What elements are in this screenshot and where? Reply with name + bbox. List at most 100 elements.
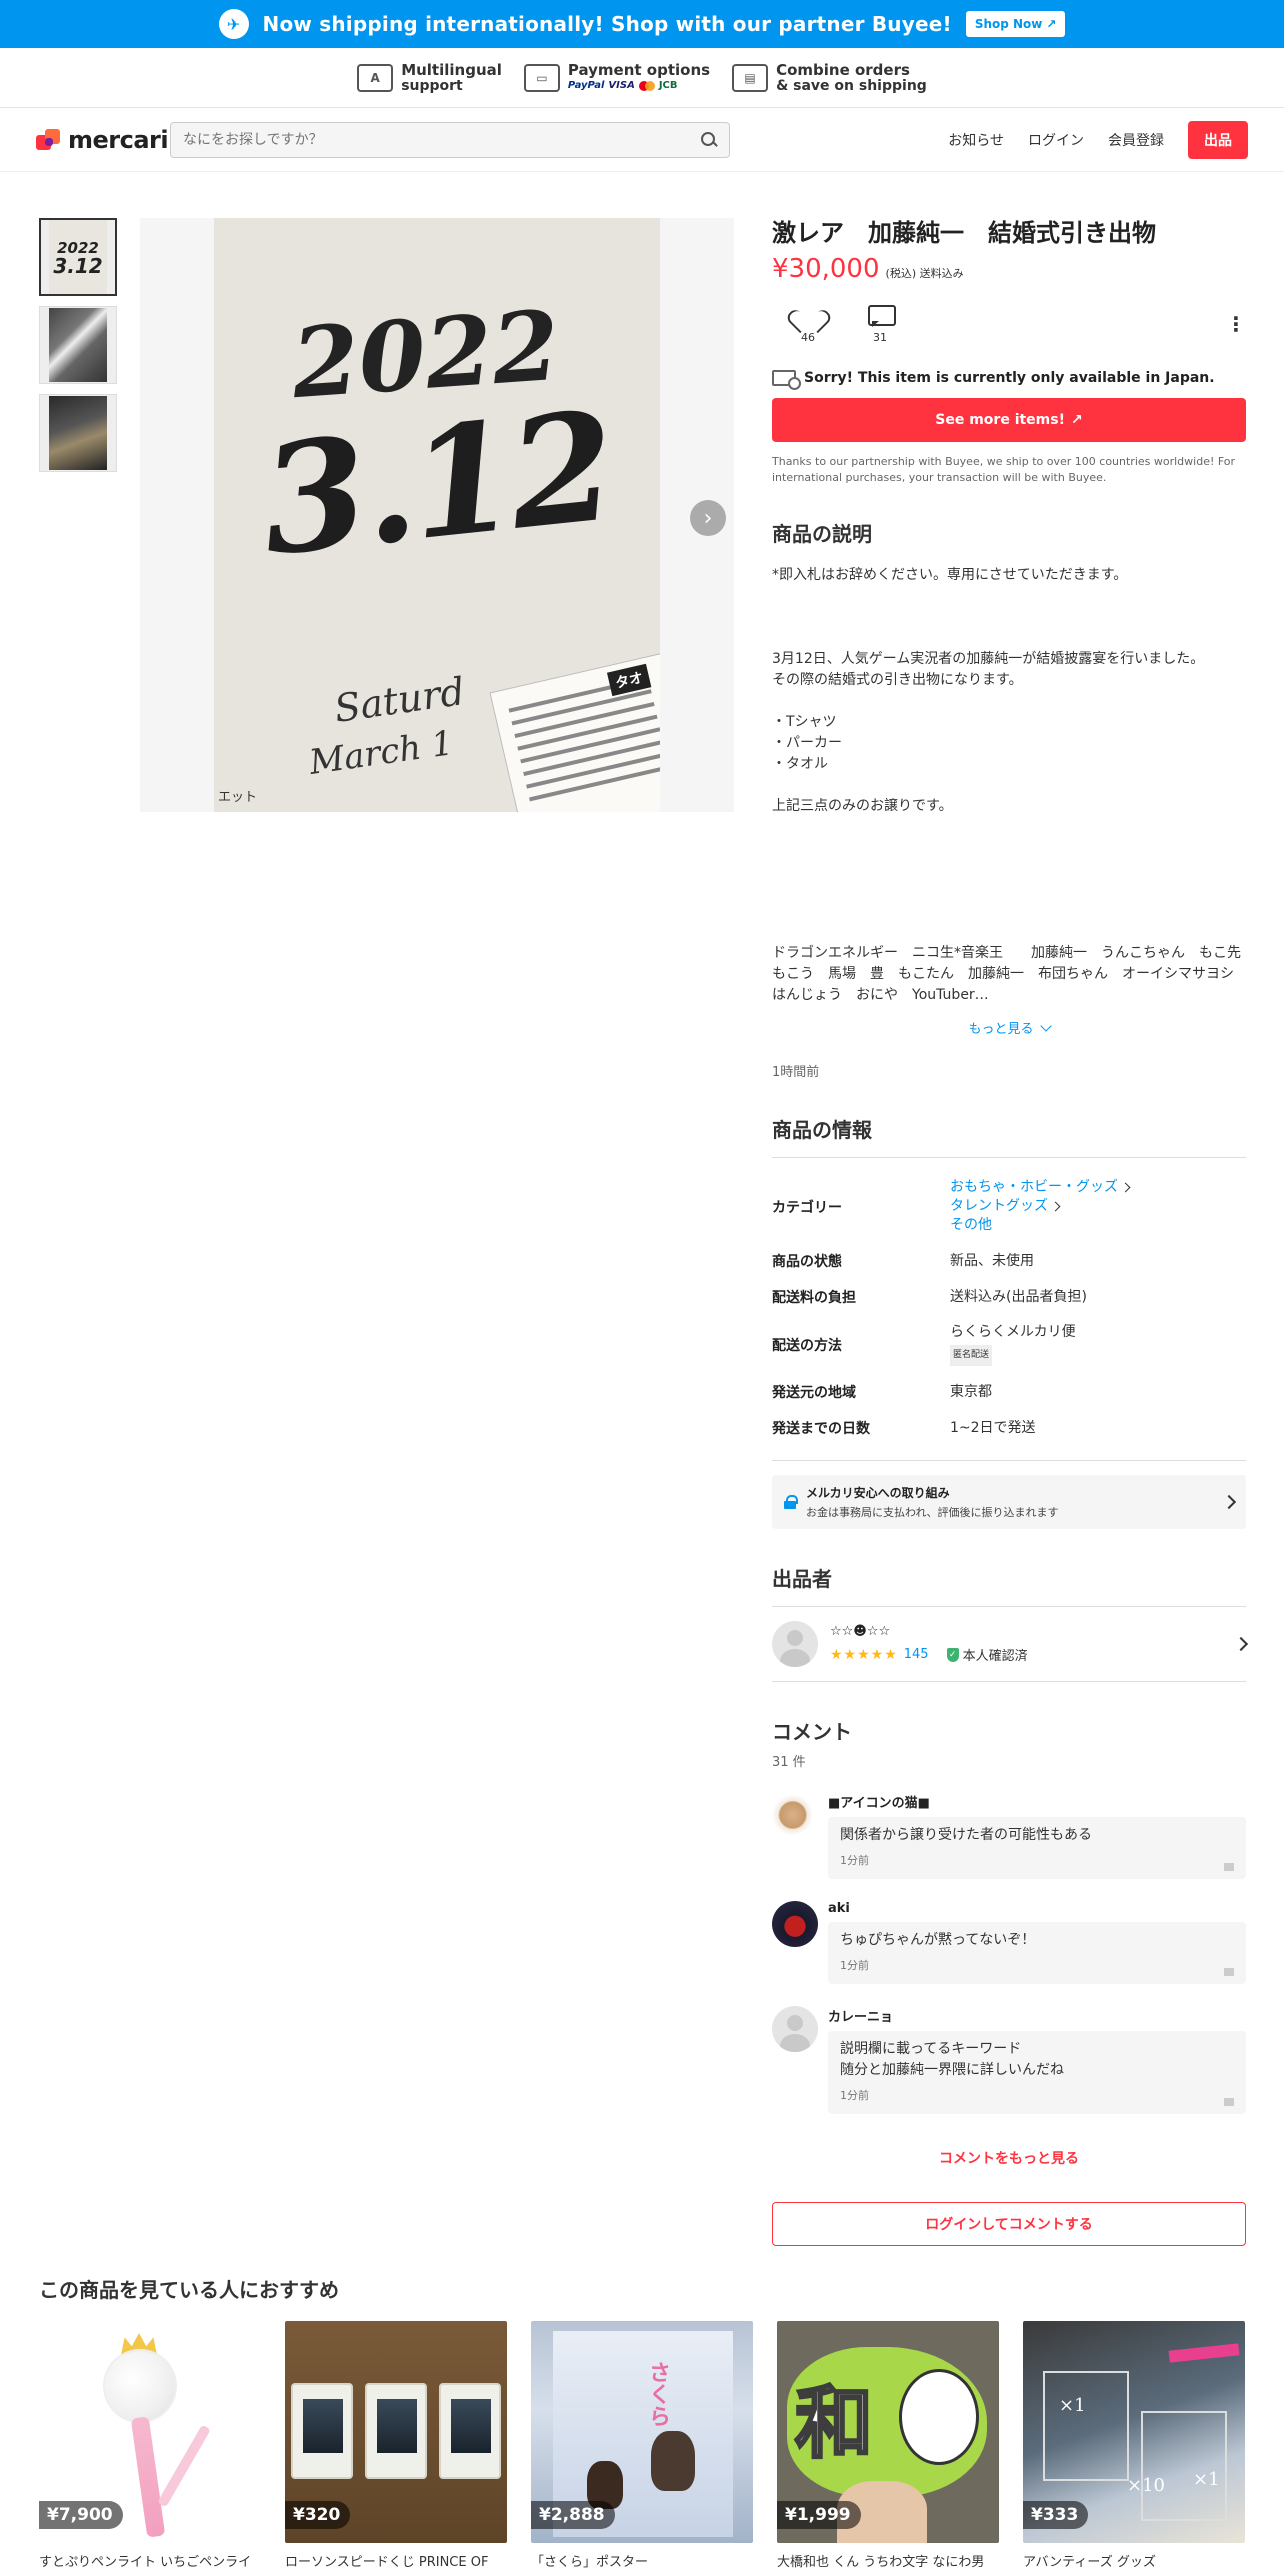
info-row-shipping-fee: 配送料の負担 送料込み(出品者負担) [772, 1288, 1087, 1307]
avatar[interactable] [772, 1901, 818, 1947]
safety-banner[interactable]: メルカリ安心への取り組み お金は事務局に支払われ、評価後に振り込まれます [772, 1475, 1246, 1529]
box-icon: ▤ [732, 63, 769, 92]
product-image: ¥320 [285, 2321, 507, 2543]
seller-name: ☆☆☻☆☆ [830, 1624, 891, 1639]
chevron-right-icon [1120, 1182, 1131, 1193]
item-price: ¥30,000 (税込) 送料込み [772, 254, 964, 284]
search-input[interactable] [183, 131, 701, 148]
comments-heading: コメント [772, 1720, 852, 1744]
product-card[interactable]: ×1 ×10 ×1 ¥333 アバンティーズ グッズ [1023, 2321, 1245, 2570]
recommendations: この商品を見ている人におすすめ ¥7,900 すとぷりペンライト いちごペンライ… [39, 2274, 1245, 2570]
price-tag: ¥1,999 [777, 2501, 861, 2529]
card-icon: ▭ [523, 63, 560, 92]
airplane-icon: ✈ [218, 9, 249, 39]
search-icon[interactable] [701, 131, 717, 148]
comment-button[interactable]: 31 [844, 304, 916, 344]
comments-count: 31 件 [772, 1755, 806, 1770]
nav-notifications[interactable]: お知らせ [948, 130, 1004, 150]
description-heading: 商品の説明 [772, 522, 872, 546]
comment-count: 31 [873, 331, 887, 344]
more-options-icon[interactable]: ⋮ [1226, 314, 1246, 334]
product-image: 和 ¥1,999 [777, 2321, 999, 2543]
chevron-right-icon [1050, 1201, 1061, 1212]
translate-icon: A [357, 63, 394, 92]
availability-notice: Sorry! This item is currently only avail… [772, 370, 1246, 390]
next-image-button[interactable]: › [690, 500, 726, 536]
payment-marks: PayPal VISA JCB [568, 78, 710, 94]
paypal-logo: PayPal [567, 79, 605, 91]
chevron-down-icon [1039, 1020, 1052, 1032]
external-link-icon: ↗ [1046, 17, 1057, 31]
price-tag: ¥2,888 [531, 2501, 615, 2529]
info-row-days: 発送までの日数 1~2日で発送 [772, 1419, 1036, 1438]
product-card[interactable]: 和 ¥1,999 大橋和也 くん うちわ文字 なにわ男 [777, 2321, 999, 2570]
comment-bubble: ちゅぴちゃんが黙ってないぞ！ 1分前 [828, 1922, 1246, 1984]
more-comments-link[interactable]: コメントをもっと見る [772, 2148, 1246, 2168]
info-row-category: カテゴリー おもちゃ・ホビー・グッズ タレントグッズ その他 [772, 1170, 1246, 1243]
chevron-right-icon [1221, 1494, 1237, 1510]
price-tag: ¥333 [1023, 2501, 1089, 2529]
product-card[interactable]: さくら ¥2,888 「さくら」ポスター [531, 2321, 753, 2570]
shipping-block-icon [772, 370, 801, 390]
feature-combine: ▤ Combine orders & save on shipping [732, 62, 927, 94]
rating-stars: ★★★★★ [830, 1646, 898, 1663]
item-title: 激レア 加藤純一 結婚式引き出物 [772, 219, 1156, 247]
thumbnail-3[interactable] [39, 394, 117, 472]
image-viewer: 2022 3.12 Saturd March 1 タオ エット › [140, 218, 734, 812]
chevron-right-icon [1233, 1636, 1249, 1652]
thumbnail-1-image: 2022 3.12 [49, 220, 107, 294]
visa-logo: VISA [608, 79, 635, 91]
login-to-comment-button[interactable]: ログインしてコメントする [772, 2202, 1246, 2246]
thumbnail-2[interactable] [39, 306, 117, 384]
product-card[interactable]: ¥7,900 すとぷりペンライト いちごペンライ [39, 2321, 261, 2570]
posted-time: 1時間前 [772, 1065, 820, 1080]
avatar[interactable] [772, 2006, 818, 2052]
comment-item: aki ちゅぴちゃんが黙ってないぞ！ 1分前 [772, 1901, 1246, 1984]
promo-banner: ✈ Now shipping internationally! Shop wit… [0, 0, 1284, 48]
info-row-shipping-method: 配送の方法 らくらくメルカリ便 匿名配送 [772, 1315, 1246, 1374]
comment-author: カレーニョ [828, 2010, 894, 2025]
mercari-logo[interactable]: mercari [36, 126, 170, 154]
category-link-2[interactable]: タレントグッズ [950, 1197, 1129, 1216]
product-name: すとぷりペンライト いちごペンライ [39, 2555, 252, 2570]
feature-multilingual: A Multilingual support [357, 62, 502, 94]
show-more-link[interactable]: もっと見る [772, 1018, 1246, 1037]
search-bar [170, 121, 730, 158]
like-count: 46 [801, 331, 815, 344]
product-image: ×1 ×10 ×1 ¥333 [1023, 2321, 1245, 2543]
comment-item: ■アイコンの猫■ 関係者から譲り受けた者の可能性もある 1分前 [772, 1792, 1246, 1879]
lock-icon [784, 1495, 798, 1509]
info-table: カテゴリー おもちゃ・ホビー・グッズ タレントグッズ その他 商品の状態 新品、未… [772, 1170, 1246, 1446]
shop-now-button[interactable]: Shop Now ↗ [965, 11, 1066, 37]
sell-button[interactable]: 出品 [1188, 120, 1248, 159]
external-link-icon: ↗ [1070, 412, 1083, 428]
seller-card[interactable]: ☆☆☻☆☆ ★★★★★ 145 ✓ 本人確認済 [772, 1607, 1249, 1682]
review-count: 145 [903, 1647, 929, 1662]
shield-check-icon: ✓ [946, 1647, 959, 1662]
category-link-3[interactable]: その他 [950, 1216, 1129, 1235]
promo-message: Now shipping internationally! Shop with … [262, 12, 952, 36]
chevron-right-icon: › [703, 505, 713, 531]
comment-author: ■アイコンの猫■ [828, 1796, 930, 1811]
item-photo: 2022 3.12 Saturd March 1 タオ エット [214, 218, 660, 812]
avatar [772, 1621, 818, 1667]
comment-bubble: 関係者から譲り受けた者の可能性もある 1分前 [828, 1817, 1246, 1879]
thumbnail-1[interactable]: 2022 3.12 [39, 218, 117, 296]
product-name: ローソンスピードくじ PRINCE OF [285, 2555, 489, 2570]
mastercard-icon [638, 80, 655, 91]
anonymous-shipping-badge: 匿名配送 [950, 1345, 993, 1366]
flag-icon[interactable] [1224, 2098, 1234, 2106]
category-link-1[interactable]: おもちゃ・ホビー・グッズ [950, 1178, 1131, 1197]
flag-icon[interactable] [1224, 1968, 1234, 1976]
nav-login[interactable]: ログイン [1028, 130, 1084, 150]
thumbnail-3-image [49, 396, 107, 470]
flag-icon[interactable] [1224, 1863, 1234, 1871]
nav-signup[interactable]: 会員登録 [1108, 130, 1164, 150]
like-button[interactable]: 46 [772, 304, 844, 344]
avatar[interactable] [772, 1792, 818, 1838]
see-more-items-button[interactable]: See more items! ↗ [772, 398, 1246, 442]
product-name: 大橋和也 くん うちわ文字 なにわ男 [777, 2555, 985, 2570]
product-card[interactable]: ¥320 ローソンスピードくじ PRINCE OF [285, 2321, 507, 2570]
info-row-origin: 発送元の地域 東京都 [772, 1383, 992, 1402]
product-image: さくら ¥2,888 [531, 2321, 753, 2543]
